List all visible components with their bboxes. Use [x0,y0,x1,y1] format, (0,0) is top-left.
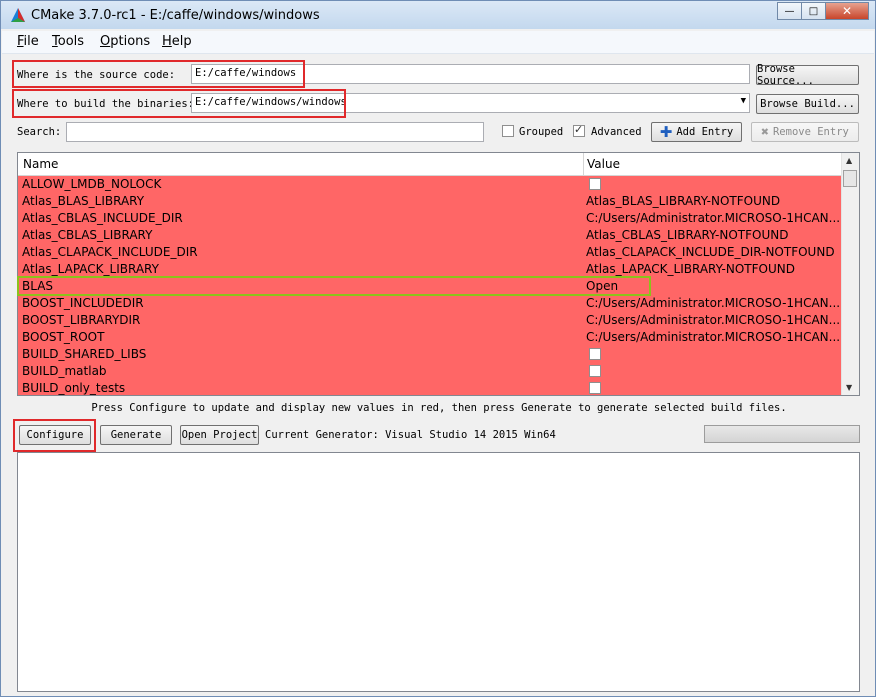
row-name: BOOST_INCLUDEDIR [22,296,144,310]
row-name: Atlas_CLAPACK_INCLUDE_DIR [22,245,198,259]
row-name: ALLOW_LMDB_NOLOCK [22,177,162,191]
table-row[interactable]: BUILD_SHARED_LIBS [18,346,842,363]
maximize-button[interactable]: □ [801,2,826,20]
row-name: BUILD_matlab [22,364,107,378]
output-log[interactable] [17,452,860,692]
remove-entry-button[interactable]: ✖ Remove Entry [751,122,859,142]
advanced-label: Advanced [591,126,642,138]
row-value[interactable]: C:/Users/Administrator.MICROSO-1HCAN... [586,330,840,344]
table-row[interactable]: BOOST_INCLUDEDIR C:/Users/Administrator.M… [18,295,842,312]
browse-build-button[interactable]: Browse Build... [756,94,859,114]
row-name: Atlas_CBLAS_INCLUDE_DIR [22,211,183,225]
generate-button[interactable]: Generate [100,425,172,445]
minimize-button[interactable]: — [777,2,802,20]
menu-help[interactable]: Help [162,34,192,49]
table-row[interactable]: BUILD_matlab [18,363,842,380]
row-value-checkbox[interactable] [589,178,601,190]
row-value[interactable]: Atlas_BLAS_LIBRARY-NOTFOUND [586,194,840,208]
grouped-label: Grouped [519,126,564,138]
row-value[interactable]: Atlas_CLAPACK_INCLUDE_DIR-NOTFOUND [586,245,840,259]
menu-bar: File Tools Options Help [2,31,874,54]
plus-icon: ✚ [659,123,673,141]
row-value-checkbox[interactable] [589,365,601,377]
scroll-up-arrow-icon[interactable]: ▲ [846,156,852,165]
row-name: BOOST_ROOT [22,330,105,344]
dropdown-arrow-icon[interactable]: ▼ [741,96,746,106]
row-name: BUILD_SHARED_LIBS [22,347,147,361]
add-entry-button[interactable]: ✚ Add Entry [651,122,742,142]
search-label: Search: [17,126,62,138]
hint-text: Press Configure to update and display ne… [91,402,787,414]
source-highlight [12,60,305,88]
cmake-window: CMake 3.7.0-rc1 - E:/caffe/windows/windo… [0,0,876,697]
row-value[interactable]: Atlas_LAPACK_LIBRARY-NOTFOUND [586,262,840,276]
title-bar: CMake 3.7.0-rc1 - E:/caffe/windows/windo… [1,1,875,29]
checkmark-icon: ✓ [574,123,584,136]
row-value[interactable]: C:/Users/Administrator.MICROSO-1HCAN... [586,211,840,225]
configure-highlight [13,419,96,452]
row-name: BOOST_LIBRARYDIR [22,313,141,327]
scroll-down-arrow-icon[interactable]: ▼ [846,383,852,392]
table-row[interactable]: ALLOW_LMDB_NOLOCK [18,176,842,193]
column-value-header[interactable]: Value [587,157,620,171]
menu-options[interactable]: Options [100,34,150,49]
column-divider[interactable] [583,153,584,175]
row-name: Atlas_CBLAS_LIBRARY [22,228,153,242]
row-name: BUILD_only_tests [22,381,126,395]
row-value[interactable]: Atlas_CBLAS_LIBRARY-NOTFOUND [586,228,840,242]
row-name: Atlas_LAPACK_LIBRARY [22,262,159,276]
scrollbar-thumb[interactable] [843,170,857,187]
current-generator: Current Generator: Visual Studio 14 2015… [265,429,556,441]
browse-source-button[interactable]: Browse Source... [756,63,859,87]
table-row[interactable]: BUILD_only_tests [18,380,842,395]
table-scrollbar[interactable]: ▲ ▼ [841,153,859,395]
cmake-logo-icon [11,8,25,22]
table-row[interactable]: BOOST_ROOT C:/Users/Administrator.MICROSO… [18,329,842,346]
cache-table[interactable]: Name Value ALLOW_LMDB_NOLOCK Atlas_BLAS_L… [17,152,860,396]
row-value-checkbox[interactable] [589,348,601,360]
blas-row-highlight [17,276,651,296]
menu-tools[interactable]: Tools [52,34,84,49]
table-row[interactable]: Atlas_CLAPACK_INCLUDE_DIR Atlas_CLAPACK_I… [18,244,842,261]
table-row[interactable]: Atlas_CBLAS_INCLUDE_DIR C:/Users/Administ… [18,210,842,227]
grouped-checkbox[interactable] [502,125,514,137]
table-header: Name Value [18,153,842,176]
remove-entry-label: Remove Entry [772,126,849,138]
window-title: CMake 3.7.0-rc1 - E:/caffe/windows/windo… [31,8,320,23]
table-row[interactable]: Atlas_CBLAS_LIBRARY Atlas_CBLAS_LIBRARY-N… [18,227,842,244]
menu-file[interactable]: File [17,34,39,49]
row-value[interactable]: C:/Users/Administrator.MICROSO-1HCAN... [586,313,840,327]
advanced-checkbox[interactable]: ✓ [573,123,585,137]
progress-bar [704,425,860,443]
row-value[interactable]: C:/Users/Administrator.MICROSO-1HCAN... [586,296,840,310]
close-button[interactable]: ✕ [825,2,869,20]
open-project-button[interactable]: Open Project [180,425,259,445]
binaries-highlight [12,89,346,118]
remove-icon: ✖ [761,124,769,140]
table-row[interactable]: BOOST_LIBRARYDIR C:/Users/Administrator.M… [18,312,842,329]
search-input[interactable] [66,122,484,142]
row-name: Atlas_BLAS_LIBRARY [22,194,145,208]
row-value-checkbox[interactable] [589,382,601,394]
table-row[interactable]: Atlas_BLAS_LIBRARY Atlas_BLAS_LIBRARY-NOT… [18,193,842,210]
add-entry-label: Add Entry [676,126,734,138]
column-name-header[interactable]: Name [23,157,58,171]
